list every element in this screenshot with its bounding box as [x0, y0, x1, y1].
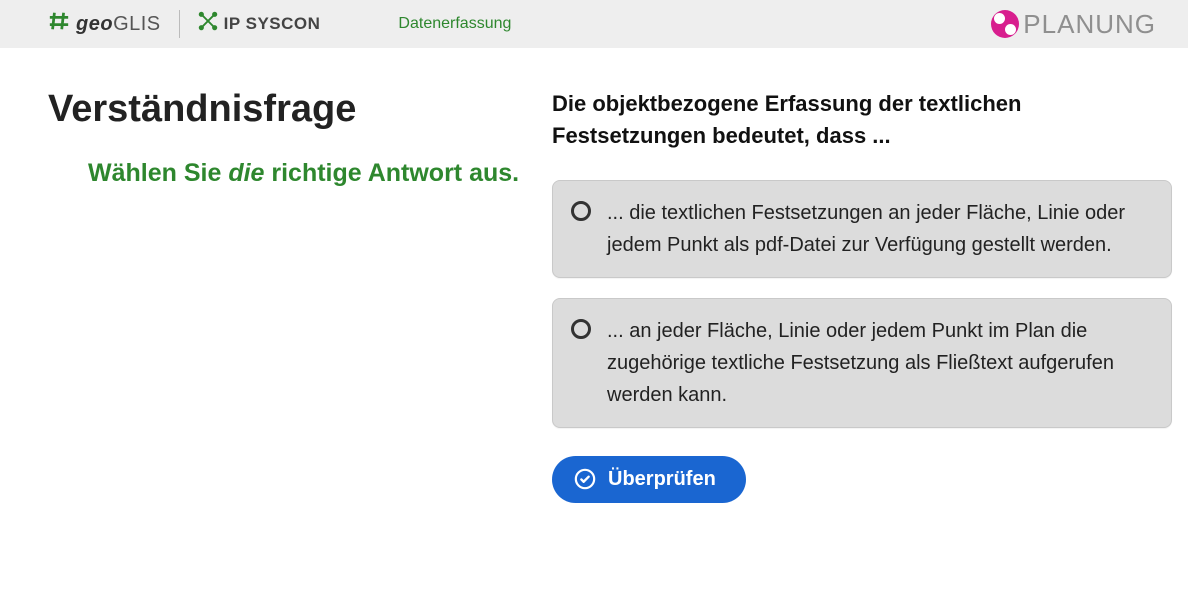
app-header: geoGLIS IP SYSCON Datenerfassung PLANUNG — [0, 0, 1188, 48]
hash-icon — [48, 10, 70, 38]
radio-icon — [571, 319, 591, 339]
submit-button[interactable]: Überprüfen — [552, 456, 746, 503]
instruction-text: Wählen Sie die richtige Antwort aus. — [48, 155, 520, 193]
answer-option-2[interactable]: ... an jeder Fläche, Linie oder jedem Pu… — [552, 298, 1172, 428]
radio-icon — [571, 201, 591, 221]
answer-option-2-text: ... an jeder Fläche, Linie oder jedem Pu… — [607, 315, 1151, 411]
network-icon — [198, 11, 218, 37]
main-content: Verständnisfrage Wählen Sie die richtige… — [0, 48, 1188, 503]
logo-geoglis-text: geoGLIS — [76, 13, 161, 36]
nav-datenerfassung[interactable]: Datenerfassung — [398, 15, 511, 33]
submit-button-label: Überprüfen — [608, 468, 716, 491]
question-text: Die objektbezogene Erfassung der textlic… — [552, 88, 1172, 152]
logo-ipsyscon-text: IP SYSCON — [224, 14, 321, 34]
left-column: Verständnisfrage Wählen Sie die richtige… — [48, 88, 520, 503]
logo-xplanung-text: PLANUNG — [1023, 9, 1156, 40]
logo-xplanung: PLANUNG — [991, 9, 1156, 40]
header-divider — [179, 10, 180, 38]
check-circle-icon — [574, 468, 596, 490]
logo-ipsyscon: IP SYSCON — [198, 11, 321, 37]
right-column: Die objektbezogene Erfassung der textlic… — [552, 88, 1172, 503]
page-title: Verständnisfrage — [48, 88, 520, 131]
logo-geoglis: geoGLIS — [48, 10, 161, 38]
answer-option-1[interactable]: ... die textlichen Festsetzungen an jede… — [552, 180, 1172, 278]
xplanung-icon — [991, 10, 1019, 38]
answer-option-1-text: ... die textlichen Festsetzungen an jede… — [607, 197, 1151, 261]
